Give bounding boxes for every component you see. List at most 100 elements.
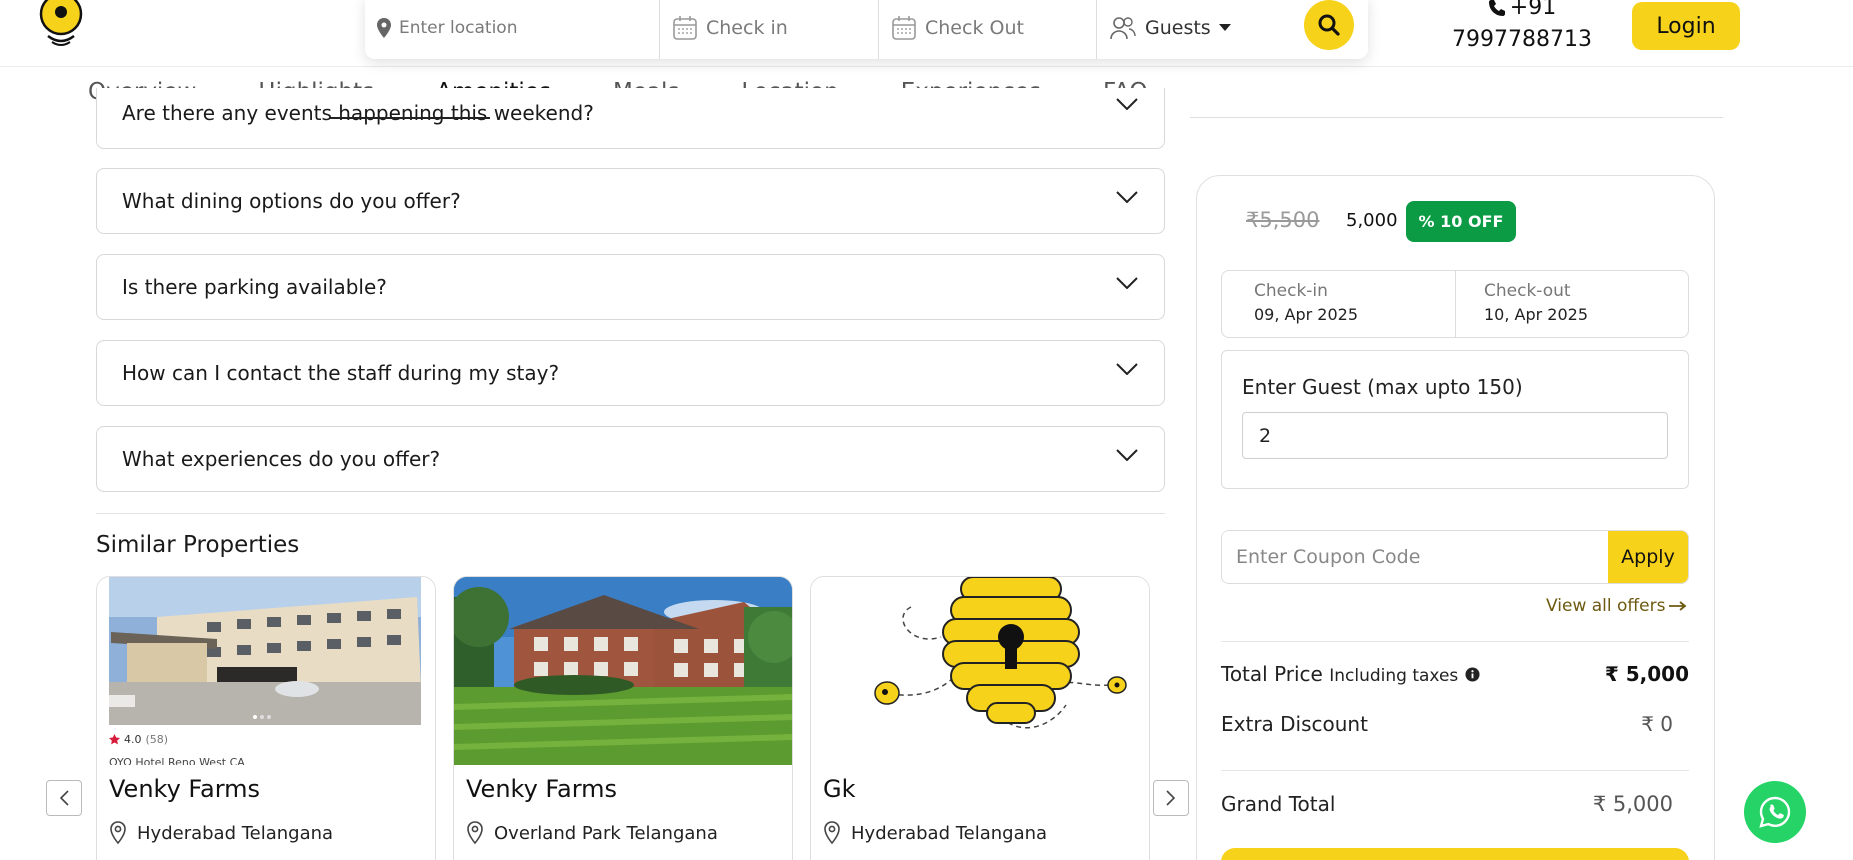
- location-placeholder: Enter location: [399, 17, 518, 38]
- price-divider: [1221, 641, 1689, 642]
- property-name[interactable]: Venky Farms: [109, 775, 260, 803]
- property-name[interactable]: Gk: [823, 775, 856, 803]
- chevron-down-icon: [1116, 191, 1138, 203]
- section-divider: [96, 513, 1165, 514]
- search-button[interactable]: [1304, 0, 1354, 50]
- phone-prefix: +91: [1509, 0, 1557, 20]
- checkin-label: Check-in: [1254, 281, 1328, 301]
- location-pin-icon: [110, 821, 126, 845]
- chevron-down-icon: [1116, 98, 1138, 110]
- apartment-photo-image: [454, 577, 792, 765]
- faq-item-experiences[interactable]: What experiences do you offer?: [96, 426, 1165, 492]
- apply-coupon-button[interactable]: Apply: [1608, 531, 1688, 583]
- rating-value: 4.0: [124, 733, 142, 746]
- location-text: Hyderabad Telangana: [137, 822, 334, 844]
- original-price: ₹5,500: [1246, 208, 1320, 232]
- property-card[interactable]: Venky Farms Overland Park Telangana: [453, 576, 793, 860]
- grand-total-label: Grand Total: [1221, 792, 1336, 816]
- property-location: Overland Park Telangana: [466, 821, 718, 845]
- current-price: 5,000: [1346, 210, 1398, 231]
- faq-question: What experiences do you offer?: [122, 447, 441, 471]
- review-count: (58): [145, 733, 169, 746]
- property-rating: 4.0 (58): [109, 733, 168, 746]
- location-text: Overland Park Telangana: [494, 822, 718, 844]
- faq-item-parking[interactable]: Is there parking available?: [96, 254, 1165, 320]
- users-icon: [1110, 16, 1136, 39]
- phone-icon: [1488, 0, 1505, 16]
- total-label: Total Price: [1221, 662, 1323, 686]
- chevron-left-icon: [59, 790, 69, 806]
- bee-logo-icon[interactable]: [34, 0, 88, 50]
- guest-label: Enter Guest (max upto 150): [1242, 375, 1523, 399]
- checkin-field[interactable]: Check in: [660, 0, 879, 59]
- search-icon: [1318, 14, 1340, 36]
- total-note: Including taxes: [1329, 666, 1459, 686]
- beehive-illustration-image: [811, 577, 1149, 765]
- info-icon[interactable]: [1465, 667, 1480, 682]
- view-all-offers-link[interactable]: View all offers: [1546, 596, 1687, 616]
- carousel-next-button[interactable]: [1153, 780, 1189, 816]
- star-icon: [109, 734, 120, 745]
- header: Enter location Check in Check Out Guests…: [0, 0, 1853, 67]
- login-button[interactable]: Login: [1632, 2, 1740, 50]
- guest-box: Enter Guest (max upto 150): [1221, 350, 1689, 489]
- checkin-date: 09, Apr 2025: [1254, 305, 1359, 324]
- property-card[interactable]: 4.0 (58) OYO Hotel Reno West CA Venky Fa…: [96, 576, 436, 860]
- arrow-right-icon: [1669, 601, 1687, 611]
- checkout-date: 10, Apr 2025: [1484, 305, 1589, 324]
- coupon-input[interactable]: [1222, 531, 1608, 583]
- similar-properties-title: Similar Properties: [96, 532, 300, 558]
- caret-down-icon: [1218, 23, 1231, 31]
- discount-badge: % 10 OFF: [1406, 201, 1516, 242]
- total-price-value: ₹ 5,000: [1604, 662, 1689, 686]
- property-image[interactable]: [811, 577, 1149, 765]
- faq-item-contact[interactable]: How can I contact the staff during my st…: [96, 340, 1165, 406]
- checkout-label: Check-out: [1484, 281, 1571, 301]
- booking-dates: Check-in 09, Apr 2025 Check-out 10, Apr …: [1221, 270, 1689, 338]
- location-pin-icon: [467, 821, 483, 845]
- property-card[interactable]: Gk Hyderabad Telangana: [810, 576, 1150, 860]
- location-pin-icon: [824, 821, 840, 845]
- property-caption: OYO Hotel Reno West CA: [109, 757, 245, 765]
- phone-number: 7997788713: [1452, 27, 1592, 52]
- whatsapp-chat-button[interactable]: [1744, 781, 1806, 843]
- chevron-down-icon: [1116, 363, 1138, 375]
- checkout-date-field[interactable]: Check-out 10, Apr 2025: [1455, 271, 1688, 337]
- contact-phone[interactable]: +91 7997788713: [1452, 0, 1592, 56]
- faq-question: Is there parking available?: [122, 275, 387, 299]
- property-location: Hyderabad Telangana: [823, 821, 1047, 845]
- property-location: Hyderabad Telangana: [109, 821, 333, 845]
- guests-label: Guests: [1145, 16, 1211, 39]
- chevron-right-icon: [1166, 790, 1176, 806]
- faq-item-dining[interactable]: What dining options do you offer?: [96, 168, 1165, 234]
- checkin-label: Check in: [706, 16, 788, 39]
- guest-count-input[interactable]: [1242, 412, 1668, 459]
- faq-question: How can I contact the staff during my st…: [122, 361, 560, 385]
- location-field[interactable]: Enter location: [365, 0, 660, 59]
- search-bar: Enter location Check in Check Out Guests: [365, 0, 1368, 59]
- checkout-label: Check Out: [925, 16, 1024, 39]
- checkout-field[interactable]: Check Out: [879, 0, 1097, 59]
- book-now-button[interactable]: [1221, 848, 1689, 860]
- faq-question: Are there any events happening this week…: [122, 101, 594, 125]
- extra-discount-value: ₹ 0: [1641, 712, 1673, 736]
- property-name[interactable]: Venky Farms: [466, 775, 617, 803]
- chevron-down-icon: [1116, 449, 1138, 461]
- grand-total-value: ₹ 5,000: [1592, 792, 1673, 816]
- scroll-overlap-line: [330, 117, 490, 119]
- property-image[interactable]: [454, 577, 792, 765]
- faq-item-events[interactable]: Are there any events happening this week…: [96, 88, 1165, 149]
- faq-question: What dining options do you offer?: [122, 189, 461, 213]
- checkin-date-field[interactable]: Check-in 09, Apr 2025: [1222, 271, 1455, 337]
- phone-line-top: +91: [1452, 0, 1592, 24]
- guests-dropdown[interactable]: Guests: [1097, 0, 1297, 59]
- carousel-prev-button[interactable]: [46, 780, 82, 816]
- whatsapp-icon: [1759, 796, 1791, 828]
- calendar-icon: [892, 15, 916, 40]
- view-offers-text: View all offers: [1546, 596, 1666, 616]
- extra-discount-label: Extra Discount: [1221, 712, 1368, 736]
- location-text: Hyderabad Telangana: [851, 822, 1048, 844]
- calendar-icon: [673, 15, 697, 40]
- chevron-down-icon: [1116, 277, 1138, 289]
- tabs-divider: [1190, 117, 1723, 118]
